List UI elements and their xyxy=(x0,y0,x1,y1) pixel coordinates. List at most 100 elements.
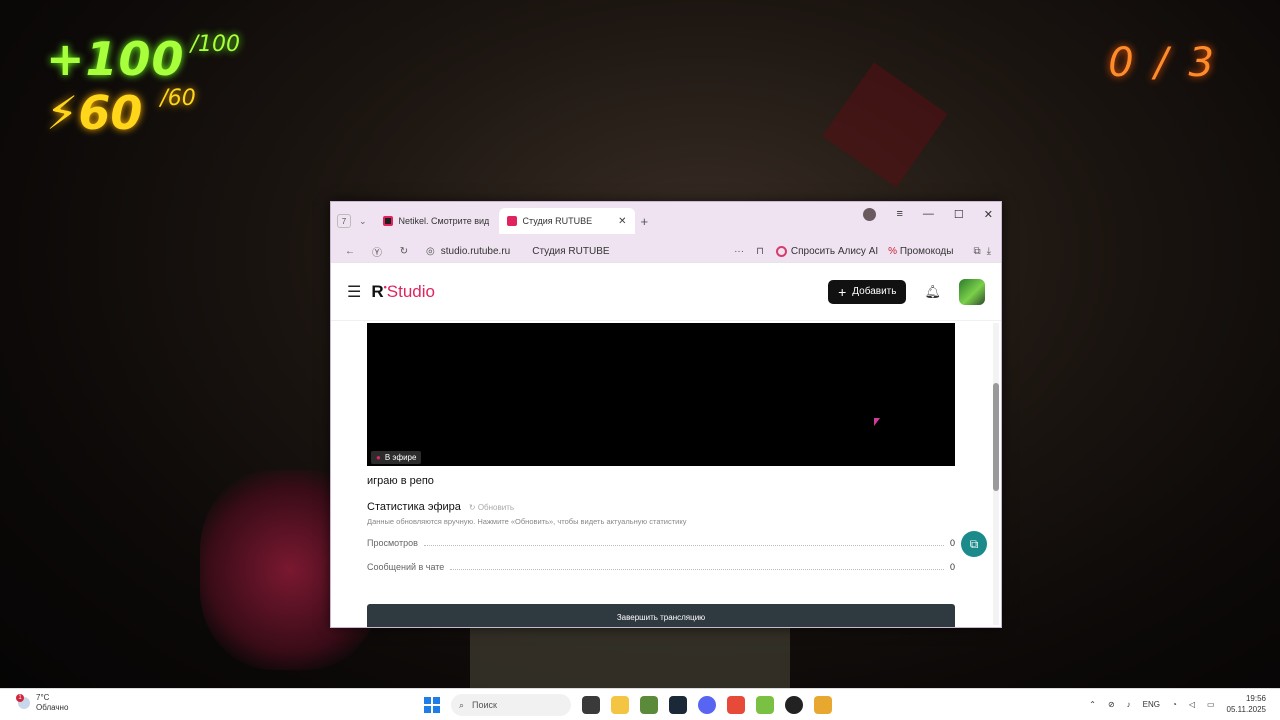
steam-icon[interactable] xyxy=(669,696,687,714)
avatar[interactable] xyxy=(959,278,985,305)
date: 05.11.2025 xyxy=(1226,705,1266,714)
more-icon[interactable]: ··· xyxy=(734,246,744,257)
language-indicator[interactable]: ENG xyxy=(1143,700,1160,709)
network-icon[interactable]: ⊘ xyxy=(1108,700,1115,709)
stat-label: Просмотров xyxy=(367,538,418,548)
notification-badge: 1 xyxy=(16,694,24,702)
end-stream-button[interactable]: Завершить трансляцию xyxy=(367,604,955,627)
time: 19:56 xyxy=(1245,694,1266,703)
volume-icon[interactable]: ◁ xyxy=(1189,700,1195,709)
stat-value: 0 xyxy=(949,562,955,572)
chevron-down-icon[interactable]: ⌄ xyxy=(359,216,367,227)
search-placeholder: Поиск xyxy=(472,700,497,710)
tab-netikel[interactable]: Netikel. Смотрите видео xyxy=(375,208,497,234)
stat-label: Сообщений в чате xyxy=(367,562,445,572)
taskbar: 1 7°C Облачно ⌕ Поиск ⌃ ⊘ ♪ ENG ◔ ◁ ▭ 19… xyxy=(0,688,1280,720)
studio-page: ☰ R•Studio + Добавить 🔔︎ ● В эфире играю… xyxy=(331,262,1001,627)
logo-r: R xyxy=(371,281,384,301)
obs-icon[interactable] xyxy=(785,696,803,714)
energy-number: 60 xyxy=(78,86,143,140)
studio-logo[interactable]: R•Studio xyxy=(371,282,435,302)
file-explorer-icon[interactable] xyxy=(611,696,629,714)
live-label: В эфире xyxy=(384,453,417,462)
stream-preview[interactable]: ● В эфире xyxy=(367,323,955,466)
profile-icon[interactable] xyxy=(863,207,877,221)
weather-condition: Облачно xyxy=(36,703,69,712)
chat-support-icon[interactable]: ⧉ xyxy=(961,531,987,557)
search-icon: ⌕ xyxy=(459,699,465,710)
stream-panel: ● В эфире играю в репо Статистика эфира … xyxy=(367,323,955,627)
page-scrollbar[interactable] xyxy=(993,323,999,625)
taskbar-search[interactable]: ⌕ Поиск xyxy=(451,694,571,716)
clock[interactable]: 19:56 05.11.2025 xyxy=(1227,693,1266,715)
discord-icon[interactable] xyxy=(698,696,716,714)
extensions-icon[interactable]: ⧉ xyxy=(973,246,980,257)
stats-note: Данные обновляются вручную. Нажмите «Обн… xyxy=(367,517,687,526)
health-value: +100 xyxy=(46,32,185,86)
reload-icon[interactable]: ↻ xyxy=(395,246,413,257)
hud-health: +100/100 xyxy=(46,32,240,86)
download-icon[interactable]: ⤓ xyxy=(987,246,991,257)
add-label: Добавить xyxy=(852,286,897,297)
close-tab-icon[interactable]: ✕ xyxy=(618,216,626,227)
refresh-button[interactable]: ↻ Обновить xyxy=(469,503,514,512)
url-field[interactable]: studio.rutube.ru xyxy=(441,246,511,257)
stats-title: Статистика эфира xyxy=(367,501,461,513)
scrollbar-thumb[interactable] xyxy=(993,383,999,491)
promo-label: Промокоды xyxy=(899,245,954,257)
stats-header: Статистика эфира ↻ Обновить xyxy=(367,501,955,513)
address-bar: ← Ⓨ ↻ ◎ studio.rutube.ru Студия RUTUBE ·… xyxy=(331,240,1001,262)
task-view-icon[interactable] xyxy=(582,696,600,714)
taskbar-apps: ⌕ Поиск xyxy=(424,694,832,716)
yandex-icon[interactable]: Ⓨ xyxy=(368,244,386,259)
windows-start-icon[interactable] xyxy=(424,697,440,713)
new-tab-icon[interactable]: + xyxy=(641,214,649,229)
game-floor-object xyxy=(470,628,790,688)
live-badge: ● В эфире xyxy=(371,451,422,464)
studio-favicon-icon xyxy=(506,216,517,226)
wifi-icon[interactable]: ◔ xyxy=(1172,700,1177,709)
bookmark-icon[interactable]: ⊓ xyxy=(756,246,764,257)
game-sign xyxy=(822,62,948,188)
browser-window: 7 ⌄ Netikel. Смотрите видео Студия RUTUB… xyxy=(330,201,1002,628)
alice-button[interactable]: Спросить Алису AI xyxy=(775,245,879,257)
weather-widget[interactable]: 1 7°C Облачно xyxy=(16,693,69,713)
app-icon[interactable] xyxy=(814,696,832,714)
tab-label: Студия RUTUBE xyxy=(522,216,593,226)
percent-icon: % xyxy=(888,245,898,257)
tray-chevron-up-icon[interactable]: ⌃ xyxy=(1089,700,1096,709)
plus-icon: + xyxy=(838,283,847,300)
alice-label: Спросить Алису AI xyxy=(790,245,879,257)
back-icon[interactable]: ← xyxy=(341,246,359,257)
health-max: /100 xyxy=(190,32,240,57)
energy-value: ⚡60 xyxy=(46,86,143,140)
menu-icon[interactable]: ≡ xyxy=(896,208,902,220)
cloud-icon: 1 xyxy=(16,694,30,709)
dotted-leader xyxy=(423,540,944,546)
hamburger-icon[interactable]: ☰ xyxy=(347,282,361,302)
minimize-icon[interactable]: — xyxy=(923,208,934,220)
stat-row-messages: Сообщений в чате 0 xyxy=(367,562,955,572)
energy-max: /60 xyxy=(160,86,196,111)
battery-icon[interactable]: ▭ xyxy=(1207,700,1215,709)
tab-count-button[interactable]: 7 xyxy=(337,214,351,228)
add-button[interactable]: + Добавить xyxy=(828,279,907,304)
close-window-icon[interactable]: ✕ xyxy=(984,208,993,221)
game-icon[interactable] xyxy=(756,696,774,714)
page-title: Студия RUTUBE xyxy=(532,245,610,257)
yandex-browser-icon[interactable] xyxy=(727,696,745,714)
hud-energy: ⚡60/60 xyxy=(46,86,196,140)
mic-icon[interactable]: ♪ xyxy=(1127,700,1131,709)
stat-row-views: Просмотров 0 xyxy=(367,538,955,548)
lock-icon[interactable]: ◎ xyxy=(426,246,435,257)
logo-text: Studio xyxy=(386,281,435,301)
tab-studio[interactable]: Студия RUTUBE ✕ xyxy=(498,208,635,234)
window-controls: ≡ — ☐ ✕ xyxy=(863,202,993,226)
minecraft-icon[interactable] xyxy=(640,696,658,714)
hud-counter: 0 / 3 xyxy=(1108,40,1218,86)
bell-icon[interactable]: 🔔︎ xyxy=(924,284,941,300)
promo-button[interactable]: % Промокоды xyxy=(888,246,953,257)
maximize-icon[interactable]: ☐ xyxy=(954,208,964,221)
temperature: 7°C xyxy=(36,693,50,702)
mouse-cursor-icon xyxy=(874,418,880,426)
